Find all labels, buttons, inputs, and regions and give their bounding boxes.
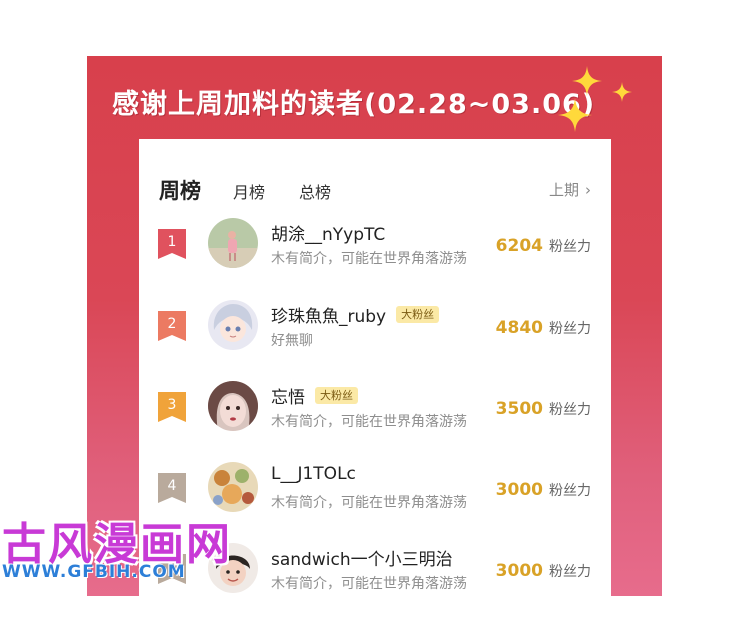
fan-power-score: 3000 粉丝力: [496, 561, 591, 581]
sparkle-icon: [612, 82, 632, 102]
rank-ribbon: 2: [158, 311, 186, 341]
avatar[interactable]: [208, 462, 258, 512]
list-item[interactable]: 3 忘悟 大粉丝 木有简介，可能在世界角落游荡 3500 粉丝力: [139, 381, 611, 461]
username-text: 忘悟: [271, 388, 305, 408]
score-unit: 粉丝力: [549, 402, 591, 418]
ranking-tabs: 周榜 月榜 总榜: [159, 175, 365, 205]
username[interactable]: L__J1TOLc: [271, 464, 356, 484]
fan-power-score: 6204 粉丝力: [496, 236, 591, 256]
username-text: sandwich一个小三明治: [271, 550, 453, 570]
fan-power-score: 3500 粉丝力: [496, 399, 591, 419]
score-unit: 粉丝力: [549, 483, 591, 499]
big-fan-badge: 大粉丝: [315, 387, 358, 404]
sparkle-icon: [558, 98, 592, 132]
score-value: 3500: [495, 399, 543, 419]
tab-total[interactable]: 总榜: [299, 179, 331, 203]
user-bio: 木有简介，可能在世界角落游荡: [271, 251, 467, 267]
rank-ribbon: 3: [158, 392, 186, 422]
username[interactable]: sandwich一个小三明治: [271, 545, 453, 570]
previous-period-link[interactable]: 上期 ›: [549, 179, 591, 200]
fan-power-score: 3000 粉丝力: [496, 480, 591, 500]
avatar[interactable]: [208, 300, 258, 350]
score-unit: 粉丝力: [549, 564, 591, 580]
username-text: 胡涂__nYypTC: [271, 225, 386, 245]
list-item[interactable]: 1 胡涂__nYypTC 木有简介，可能在世界角落游荡 6204 粉丝力: [139, 218, 611, 298]
avatar[interactable]: [208, 381, 258, 431]
score-value: 3000: [495, 561, 543, 581]
rank-ribbon: 4: [158, 473, 186, 503]
score-value: 4840: [495, 318, 543, 338]
user-bio: 好無聊: [271, 333, 313, 349]
page-title: 感谢上周加料的读者(02.28~03.06): [112, 89, 596, 120]
username[interactable]: 胡涂__nYypTC: [271, 220, 385, 245]
sparkle-icon: [572, 66, 602, 96]
score-value: 6204: [495, 236, 543, 256]
site-watermark-url: WWW.GFBIH.COM: [2, 562, 186, 582]
score-value: 3000: [495, 480, 543, 500]
score-unit: 粉丝力: [549, 321, 591, 337]
username[interactable]: 珍珠魚魚_ruby 大粉丝: [271, 302, 440, 327]
tab-weekly[interactable]: 周榜: [159, 175, 201, 205]
avatar[interactable]: [208, 218, 258, 268]
username[interactable]: 忘悟 大粉丝: [271, 383, 358, 408]
username-text: 珍珠魚魚_ruby: [271, 307, 387, 327]
tab-monthly[interactable]: 月榜: [233, 179, 265, 203]
big-fan-badge: 大粉丝: [396, 306, 440, 323]
user-bio: 木有简介，可能在世界角落游荡: [271, 414, 467, 430]
username-text: L__J1TOLc: [271, 464, 356, 484]
fan-power-score: 4840 粉丝力: [496, 318, 591, 338]
user-bio: 木有简介，可能在世界角落游荡: [271, 576, 467, 592]
score-unit: 粉丝力: [549, 239, 591, 255]
user-bio: 木有简介，可能在世界角落游荡: [271, 495, 467, 511]
chevron-right-icon: ›: [585, 180, 591, 199]
rank-ribbon: 1: [158, 229, 186, 259]
list-item[interactable]: 2 珍珠魚魚_ruby 大粉丝 好無聊 4840 粉丝力: [139, 300, 611, 380]
previous-period-label: 上期: [548, 181, 579, 199]
